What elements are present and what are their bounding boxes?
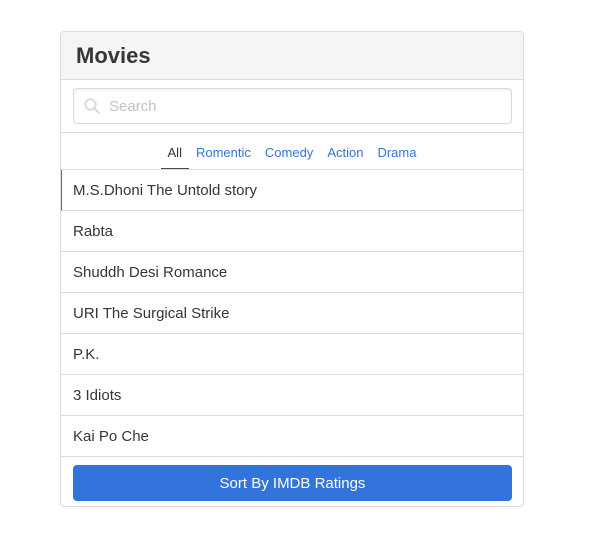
panel-footer: Sort By IMDB Ratings <box>61 457 523 506</box>
movie-item[interactable]: Rabta <box>61 211 523 252</box>
tab-comedy[interactable]: Comedy <box>258 133 320 169</box>
movies-panel: Movies All Romentic Comedy Action Drama … <box>60 31 524 507</box>
movie-item[interactable]: 3 Idiots <box>61 375 523 416</box>
filter-tabs: All Romentic Comedy Action Drama <box>61 133 523 170</box>
panel-title: Movies <box>61 32 523 80</box>
tab-action[interactable]: Action <box>320 133 370 169</box>
search-box <box>73 88 512 124</box>
sort-by-imdb-button[interactable]: Sort By IMDB Ratings <box>73 465 512 501</box>
movie-item[interactable]: Kai Po Che <box>61 416 523 457</box>
tab-romentic[interactable]: Romentic <box>189 133 258 169</box>
search-input[interactable] <box>74 89 511 123</box>
movie-item[interactable]: M.S.Dhoni The Untold story <box>61 170 523 211</box>
movie-item[interactable]: URI The Surgical Strike <box>61 293 523 334</box>
tab-all[interactable]: All <box>160 133 189 169</box>
movie-item[interactable]: P.K. <box>61 334 523 375</box>
search-block <box>61 80 523 133</box>
tab-drama[interactable]: Drama <box>370 133 423 169</box>
movie-item[interactable]: Shuddh Desi Romance <box>61 252 523 293</box>
